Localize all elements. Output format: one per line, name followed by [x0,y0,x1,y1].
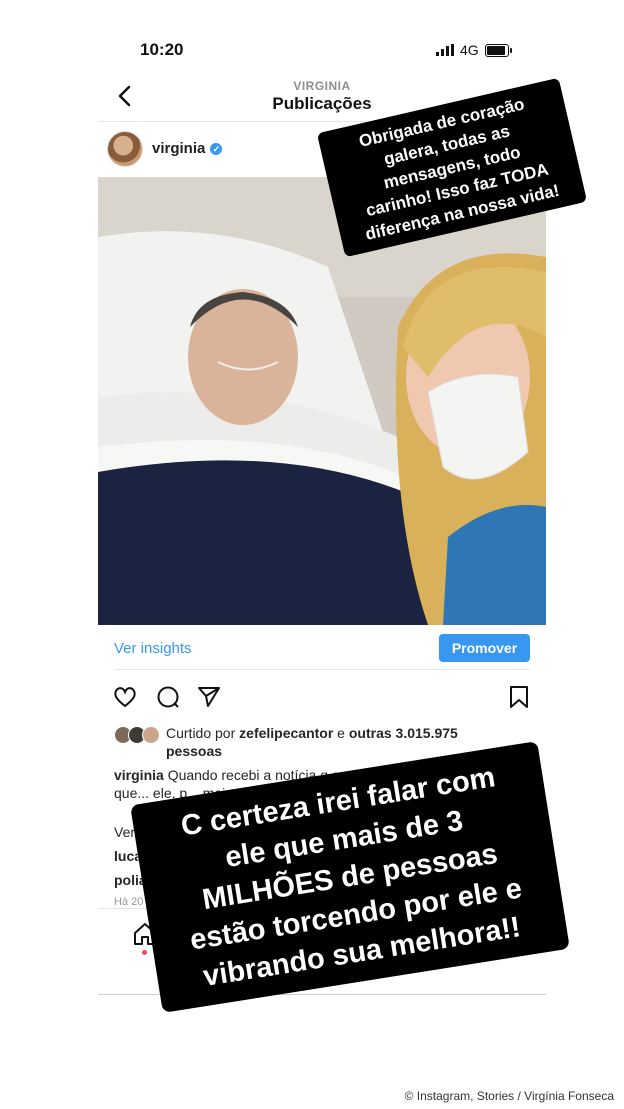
liked-by-user[interactable]: zefelipecantor [239,725,333,741]
likes-conjunction: e [333,725,349,741]
comment-icon[interactable] [155,684,181,710]
username-label: virginia [152,140,206,157]
caption-username[interactable]: virginia [114,767,164,783]
heart-icon[interactable] [112,684,138,710]
header-account: VIRGINIA [293,79,351,93]
avatar[interactable] [107,131,143,167]
insights-link[interactable]: Ver insights [114,640,192,657]
back-arrow-icon[interactable] [112,82,140,110]
insights-divider [114,669,530,670]
photo-credit: © Instagram, Stories / Virgínia Fonseca [404,1089,614,1103]
signal-icon [436,44,454,56]
network-type: 4G [460,42,479,58]
verified-badge-icon: ✓ [210,142,223,155]
likes-prefix: Curtido por [166,725,236,741]
share-icon[interactable] [196,684,222,710]
post-photo[interactable] [98,177,546,625]
post-username[interactable]: virginia ✓ [152,140,223,157]
battery-icon [484,43,512,57]
promote-button[interactable]: Promover [439,634,530,662]
bookmark-icon[interactable] [506,684,532,710]
notification-dot [142,950,147,955]
status-indicators: 4G [436,42,512,58]
status-time: 10:20 [140,40,184,59]
photo-illustration [98,177,546,625]
page-title: Publicações [272,94,372,113]
liker-avatar [142,726,160,744]
